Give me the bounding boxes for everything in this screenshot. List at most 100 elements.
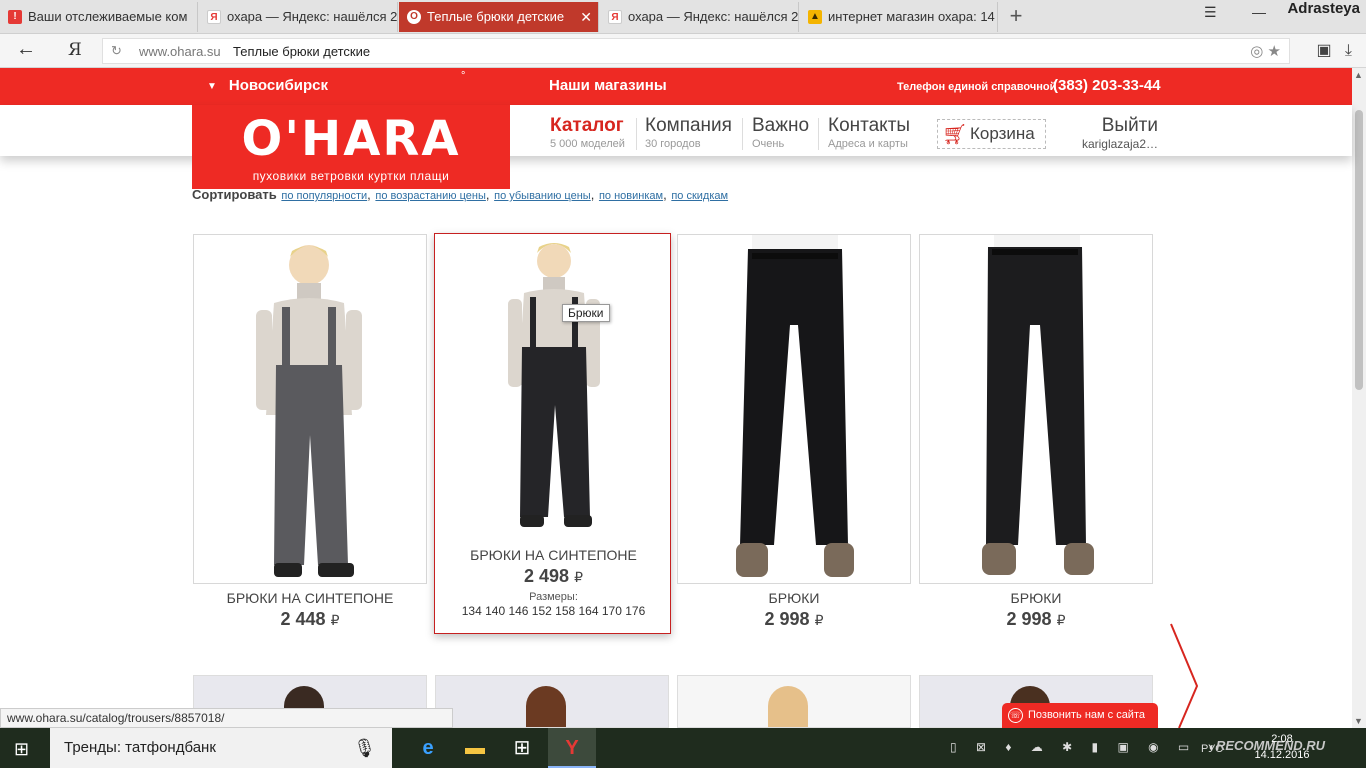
store-icon[interactable]: ⊞	[498, 728, 546, 768]
nav-important[interactable]: Важно Очень	[752, 116, 809, 152]
browser-tab-2[interactable]: Я охара — Яндекс: нашёлся 2	[199, 2, 398, 32]
taskbar-clock[interactable]: 2:08 14.12.2016	[1254, 731, 1310, 763]
nav-company-label: Компания	[645, 115, 732, 136]
yandex-icon: Я	[207, 10, 221, 24]
product-image[interactable]	[436, 235, 670, 540]
sort-label: Сортировать	[192, 187, 277, 202]
product-card[interactable]: БРЮКИ 2 998 ₽	[677, 234, 919, 634]
phone-number[interactable]: (383) 203-33-44	[1053, 77, 1161, 94]
product-price: 2 448 ₽	[193, 609, 427, 630]
browser-tab-3[interactable]: O Теплые брюки детские ✕	[399, 2, 599, 32]
cart-button[interactable]: 🛒︎ Корзина	[937, 119, 1046, 149]
product-image-row2[interactable]	[435, 675, 669, 728]
tab-label: Ваши отслеживаемые ком	[28, 9, 188, 24]
product-photo-boy-overalls	[256, 245, 362, 577]
close-tab-icon[interactable]: ✕	[580, 2, 592, 32]
browser-tab-5[interactable]: ▲ интернет магазин охара: 14	[800, 2, 998, 32]
product-card[interactable]: БРЮКИ 2 998 ₽	[919, 234, 1161, 634]
browser-tab-4[interactable]: Я охара — Яндекс: нашёлся 2	[600, 2, 799, 32]
sort-price-asc-link[interactable]: по возрастанию цены	[375, 190, 485, 202]
product-image[interactable]	[677, 234, 911, 584]
callback-button[interactable]: ☏ Позвонить нам с сайта	[1002, 703, 1158, 728]
nav-contacts[interactable]: Контакты Адреса и карты	[828, 116, 910, 152]
currency-symbol: ₽	[574, 569, 583, 585]
windows-taskbar: ⊞ Тренды: татфондбанк 🎙︎ e ▬ ⊞ Y ▯ ⊠ ♦ ☁…	[0, 728, 1366, 768]
product-name[interactable]: БРЮКИ НА СИНТЕПОНЕ	[193, 590, 427, 606]
product-photo-women-pants	[982, 235, 1094, 575]
ohara-icon: O	[407, 10, 421, 24]
nav-catalog-sub: 5 000 моделей	[550, 138, 625, 150]
page-scrollbar[interactable]: ▲ ▼	[1352, 68, 1366, 728]
download-icon[interactable]: ▣ ⤓	[1316, 40, 1352, 60]
product-card-hovered[interactable]: БРЮКИ НА СИНТЕПОНЕ 2 498 ₽ Размеры: 134 …	[434, 233, 671, 634]
degree-mark: °	[461, 70, 466, 82]
nav-company-sub: 30 городов	[645, 138, 701, 150]
scroll-down-icon[interactable]: ▼	[1354, 716, 1363, 726]
status-bar-url: www.ohara.su/catalog/trousers/8857018/	[0, 708, 453, 728]
file-explorer-icon[interactable]: ▬	[451, 728, 499, 768]
callback-label: Позвонить нам с сайта	[1028, 709, 1145, 721]
product-image-row2[interactable]	[677, 675, 911, 728]
sort-popularity-link[interactable]: по популярности	[281, 190, 367, 202]
site-logo[interactable]: O'HARA пуховики ветровки куртки плащи	[192, 105, 510, 189]
pants-shape	[986, 247, 1086, 545]
price-value: 2 998	[1006, 609, 1052, 629]
menu-icon[interactable]: ☰	[1204, 4, 1217, 21]
scrollbar-thumb[interactable]	[1355, 110, 1363, 390]
city-selector[interactable]: ▼ Новосибирск	[207, 77, 328, 94]
logo-word: O'HARA	[241, 111, 461, 167]
currency-symbol: ₽	[330, 612, 340, 628]
scroll-up-icon[interactable]: ▲	[1354, 70, 1363, 80]
triangle-down-icon: ▼	[207, 80, 217, 92]
tab-label: охара — Яндекс: нашёлся 2	[227, 9, 398, 24]
windows-start-icon[interactable]: ⊞	[14, 739, 29, 760]
landscape-icon: ▲	[808, 10, 822, 24]
sizes-label: Размеры:	[529, 591, 578, 603]
sort-new-link[interactable]: по новинкам	[599, 190, 663, 202]
nav-important-label: Важно	[752, 115, 810, 136]
price-value: 2 448	[280, 609, 326, 629]
search-text: Тренды: татфондбанк	[64, 739, 216, 756]
tab-label: охара — Яндекс: нашёлся 2	[628, 9, 799, 24]
logout-link[interactable]: Выйти kariglazaja2…	[1074, 116, 1158, 152]
nav-divider	[742, 118, 743, 150]
back-arrow-icon[interactable]: ←	[16, 38, 36, 61]
system-tray-icons[interactable]: ▯ ⊠ ♦ ☁ ✱ ▮ ▣ ◉ ▭ ◐	[950, 740, 1224, 754]
clock-date: 14.12.2016	[1254, 749, 1310, 761]
nav-divider	[636, 118, 637, 150]
bookmark-star-icon[interactable]: ◎ ★	[1250, 42, 1281, 60]
url-field[interactable]: ↻ www.ohara.su Теплые брюки детские ◎ ★	[102, 38, 1290, 64]
logo-tagline: пуховики ветровки куртки плащи	[252, 169, 450, 183]
cart-icon: 🛒︎	[942, 124, 968, 146]
product-image[interactable]	[193, 234, 427, 584]
new-tab-button[interactable]: +	[1004, 2, 1028, 32]
sort-discount-link[interactable]: по скидкам	[671, 190, 728, 202]
model-head	[768, 686, 808, 727]
product-image[interactable]	[919, 234, 1153, 584]
product-name[interactable]: БРЮКИ	[677, 590, 911, 606]
next-page-arrow-icon[interactable]	[1165, 622, 1205, 728]
sort-price-desc-link[interactable]: по убыванию цены	[494, 190, 591, 202]
nav-company[interactable]: Компания 30 городов	[645, 116, 732, 152]
product-price: 2 498 ₽	[435, 566, 672, 587]
product-name[interactable]: БРЮКИ	[919, 590, 1153, 606]
edge-icon[interactable]: e	[404, 728, 452, 768]
clock-time: 2:08	[1271, 733, 1293, 745]
product-card[interactable]: БРЮКИ НА СИНТЕПОНЕ 2 448 ₽	[193, 234, 435, 634]
reload-icon[interactable]: ↻	[111, 43, 122, 59]
pants-shape	[740, 249, 848, 545]
user-overlay-text: Adrasteya	[1287, 0, 1360, 17]
tab-label: интернет магазин охара: 14	[828, 9, 995, 24]
nav-catalog[interactable]: Каталог 5 000 моделей	[550, 116, 625, 152]
sort-row: Сортировать по популярности, по возраста…	[192, 187, 729, 202]
yandex-home-icon[interactable]: Я	[68, 40, 82, 60]
nav-catalog-label: Каталог	[550, 115, 624, 136]
sizes-list[interactable]: 134 140 146 152 158 164 170 176	[435, 604, 672, 618]
browser-tab-1[interactable]: ! Ваши отслеживаемые ком	[0, 2, 198, 32]
microphone-icon[interactable]: 🎙︎	[353, 728, 376, 768]
stores-link[interactable]: Наши магазины	[549, 77, 667, 94]
taskbar-search[interactable]: Тренды: татфондбанк 🎙︎	[50, 728, 392, 768]
minimize-icon[interactable]: —	[1252, 4, 1266, 20]
yandex-browser-icon[interactable]: Y	[548, 728, 596, 768]
product-name[interactable]: БРЮКИ НА СИНТЕПОНЕ	[435, 547, 672, 563]
